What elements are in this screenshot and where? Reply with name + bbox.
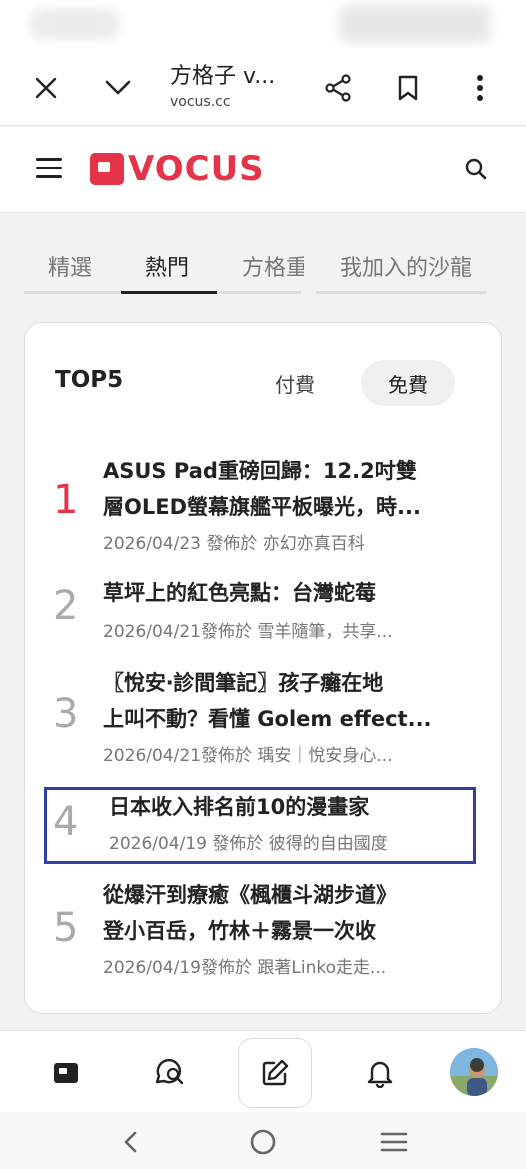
article-title-line: 〖悅安‧診間筆記〗孩子癱在地: [103, 671, 384, 695]
close-icon[interactable]: [24, 66, 68, 110]
article-title[interactable]: 〖悅安‧診間筆記〗孩子癱在地 上叫不動？看懂 Golem effect...: [103, 665, 475, 737]
highlight-box: [44, 787, 476, 864]
bottom-nav: [0, 1030, 526, 1112]
chat-search-icon[interactable]: [146, 1049, 194, 1097]
rank-number: 5: [53, 905, 79, 951]
top5-title: TOP5: [55, 367, 124, 393]
category-tabs: 精選 熱門 方格重 我加入的沙龍: [0, 240, 526, 296]
vocus-logo[interactable]: VOCUS: [90, 149, 265, 189]
article-title[interactable]: 從爆汗到療癒《楓櫃斗湖步道》 登小百岳，竹林＋霧景一次收: [103, 877, 475, 949]
rank-number: 1: [53, 477, 79, 523]
article-meta: 2026/04/23 發佈於 亦幻亦真百科: [103, 534, 365, 554]
home-circle-icon[interactable]: [245, 1124, 281, 1160]
vocus-logo-mark: [90, 153, 124, 185]
recents-menu-icon[interactable]: [376, 1124, 412, 1160]
hamburger-menu-icon[interactable]: [36, 158, 62, 180]
tab-my-salons[interactable]: 我加入的沙龍: [340, 250, 472, 282]
article-title[interactable]: ASUS Pad重磅回歸：12.2吋雙 層OLED螢幕旗艦平板曝光，時...: [103, 453, 475, 525]
tab-vocus[interactable]: 方格重: [242, 250, 304, 282]
blurred-status-left: [30, 8, 120, 40]
rank-number: 2: [53, 583, 79, 629]
ranking-item-1[interactable]: 1 ASUS Pad重磅回歸：12.2吋雙 層OLED螢幕旗艦平板曝光，時...…: [25, 451, 503, 559]
browser-tab-title[interactable]: 方格子 v...: [170, 58, 275, 90]
article-meta: 2026/04/21發佈於 瑀安｜悅安身心...: [103, 746, 393, 766]
edit-icon: [262, 1059, 289, 1086]
search-icon[interactable]: [458, 151, 494, 187]
tab-underline: [219, 291, 301, 294]
write-post-button[interactable]: [238, 1038, 312, 1108]
tab-vocus-clip: 方格重: [238, 240, 304, 290]
tab-underline-active: [121, 291, 217, 294]
article-meta: 2026/04/21發佈於 雪羊隨筆，共享...: [103, 622, 393, 642]
back-chevron-icon[interactable]: [112, 1124, 148, 1160]
filter-paid-button[interactable]: 付費: [271, 361, 319, 405]
share-icon[interactable]: [316, 66, 360, 110]
article-title[interactable]: 草坪上的紅色亮點：台灣蛇莓: [103, 575, 475, 611]
vocus-logo-text: VOCUS: [128, 149, 265, 189]
bell-icon[interactable]: [356, 1049, 404, 1097]
chevron-down-icon[interactable]: [96, 66, 140, 110]
site-header: VOCUS: [0, 127, 526, 213]
article-title-line: 上叫不動？看懂 Golem effect...: [103, 707, 432, 731]
article-meta: 2026/04/19發佈於 跟著Linko走走...: [103, 958, 387, 978]
article-title-line: 從爆汗到療癒《楓櫃斗湖步道》: [103, 883, 397, 907]
ranking-item-3[interactable]: 3 〖悅安‧診間筆記〗孩子癱在地 上叫不動？看懂 Golem effect...…: [25, 663, 503, 771]
home-icon[interactable]: [42, 1049, 90, 1097]
status-bar: [0, 0, 526, 48]
more-vert-icon[interactable]: [458, 66, 502, 110]
tab-underline: [316, 291, 486, 294]
filter-free-button[interactable]: 免費: [361, 360, 455, 406]
tab-underline: [24, 291, 120, 294]
rank-number: 3: [53, 691, 79, 737]
article-title-line: 登小百岳，竹林＋霧景一次收: [103, 919, 376, 943]
ranking-item-2[interactable]: 2 草坪上的紅色亮點：台灣蛇莓 2026/04/21發佈於 雪羊隨筆，共享...: [25, 575, 503, 645]
browser-toolbar: 方格子 v... vocus.cc: [0, 48, 526, 126]
tab-popular[interactable]: 熱門: [145, 250, 189, 282]
browser-url[interactable]: vocus.cc: [170, 94, 231, 110]
article-title-line: 草坪上的紅色亮點：台灣蛇莓: [103, 581, 376, 605]
tab-featured[interactable]: 精選: [48, 250, 92, 282]
bookmark-icon[interactable]: [386, 66, 430, 110]
ranking-item-5[interactable]: 5 從爆汗到療癒《楓櫃斗湖步道》 登小百岳，竹林＋霧景一次收 2026/04/1…: [25, 875, 503, 983]
top5-card: TOP5 付費 免費 1 ASUS Pad重磅回歸：12.2吋雙 層OLED螢幕…: [24, 322, 502, 1014]
article-title-line: 層OLED螢幕旗艦平板曝光，時...: [103, 495, 421, 519]
article-title-line: ASUS Pad重磅回歸：12.2吋雙: [103, 459, 417, 483]
blurred-status-right: [340, 6, 490, 42]
system-nav-bar: [0, 1112, 526, 1169]
avatar[interactable]: [450, 1048, 498, 1096]
